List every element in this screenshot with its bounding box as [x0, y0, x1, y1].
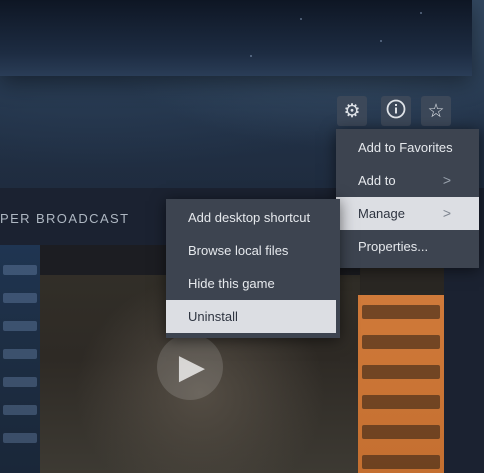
broadcast-right-scoreboard [358, 295, 444, 473]
menu-item-label: Add to [358, 173, 396, 188]
settings-button[interactable]: ⚙ [337, 96, 367, 126]
info-icon [386, 99, 406, 123]
broadcast-left-scoreboard [0, 245, 40, 473]
hero-artwork [0, 0, 472, 76]
game-context-menu: Add to Favorites Add to > Manage > Prope… [336, 129, 479, 268]
menu-item-label: Properties... [358, 239, 429, 254]
section-title: PER BROADCAST [0, 211, 130, 226]
chevron-right-icon: > [442, 172, 451, 188]
favorite-button[interactable]: ☆ [421, 96, 451, 126]
play-icon: ▶ [178, 348, 206, 386]
menu-item-hide-this-game[interactable]: Hide this game [166, 267, 340, 300]
menu-item-add-to-favorites[interactable]: Add to Favorites [336, 131, 479, 164]
chevron-right-icon: > [442, 205, 451, 221]
menu-item-manage[interactable]: Manage > [336, 197, 479, 230]
menu-item-label: Browse local files [188, 243, 289, 258]
manage-submenu: Add desktop shortcut Browse local files … [166, 199, 340, 338]
menu-item-label: Add to Favorites [358, 140, 453, 155]
star-icon: ☆ [427, 100, 445, 122]
game-info-button[interactable] [381, 96, 411, 126]
menu-item-label: Hide this game [188, 276, 275, 291]
gear-icon: ⚙ [343, 100, 361, 122]
menu-item-label: Add desktop shortcut [188, 210, 311, 225]
menu-item-label: Uninstall [188, 309, 238, 324]
menu-item-browse-local-files[interactable]: Browse local files [166, 234, 340, 267]
menu-item-label: Manage [358, 206, 405, 221]
menu-item-add-to[interactable]: Add to > [336, 164, 479, 197]
menu-item-add-desktop-shortcut[interactable]: Add desktop shortcut [166, 201, 340, 234]
menu-item-uninstall[interactable]: Uninstall [166, 300, 336, 333]
play-button[interactable]: ▶ [157, 334, 223, 400]
menu-item-properties[interactable]: Properties... [336, 230, 479, 263]
